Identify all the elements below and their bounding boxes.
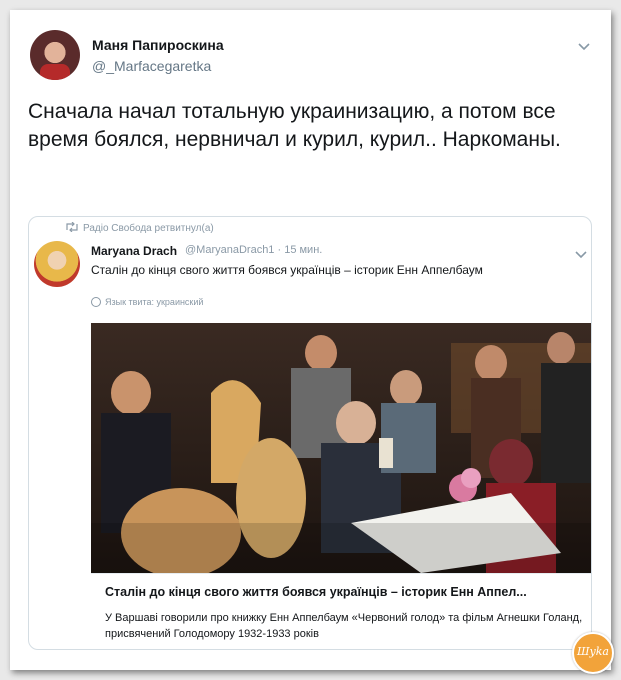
link-card-title[interactable]: Сталін до кінця свого життя боявся украї… xyxy=(105,585,585,599)
globe-icon xyxy=(91,297,101,307)
quoted-tweet[interactable]: Радіо Свобода ретвитнул(а) Maryana Drach… xyxy=(28,216,592,650)
article-photo[interactable] xyxy=(91,323,591,573)
quoted-author-avatar[interactable] xyxy=(34,241,80,287)
link-card-description: У Варшаві говорили про книжку Енн Аппелб… xyxy=(105,612,583,640)
link-card[interactable]: Сталін до кінця свого життя боявся украї… xyxy=(91,573,591,649)
author-handle[interactable]: @_Marfacegaretka xyxy=(92,58,211,74)
site-watermark-logo: Шyka xyxy=(572,632,614,674)
chevron-down-icon[interactable] xyxy=(578,40,590,52)
quoted-author-meta: @MaryanaDrach1 · 15 мин. xyxy=(185,244,323,256)
retweet-label: Радіо Свобода ретвитнул(а) xyxy=(83,223,214,234)
retweet-icon xyxy=(66,222,78,232)
quoted-tweet-text: Сталін до кінця свого життя боявся украї… xyxy=(91,263,483,277)
quoted-author-name[interactable]: Maryana Drach xyxy=(91,244,177,258)
tweet-text: Сначала начал тотальную украинизацию, а … xyxy=(28,100,561,151)
watermark-text: Шyka xyxy=(577,645,609,658)
chevron-down-icon[interactable] xyxy=(575,248,587,260)
tweet-language-label[interactable]: Язык твита: украинский xyxy=(105,297,203,307)
author-avatar[interactable] xyxy=(30,30,80,80)
tweet-card: Маня Папироскина @_Marfacegaretka Сначал… xyxy=(10,10,614,674)
author-name[interactable]: Маня Папироскина xyxy=(92,37,224,53)
